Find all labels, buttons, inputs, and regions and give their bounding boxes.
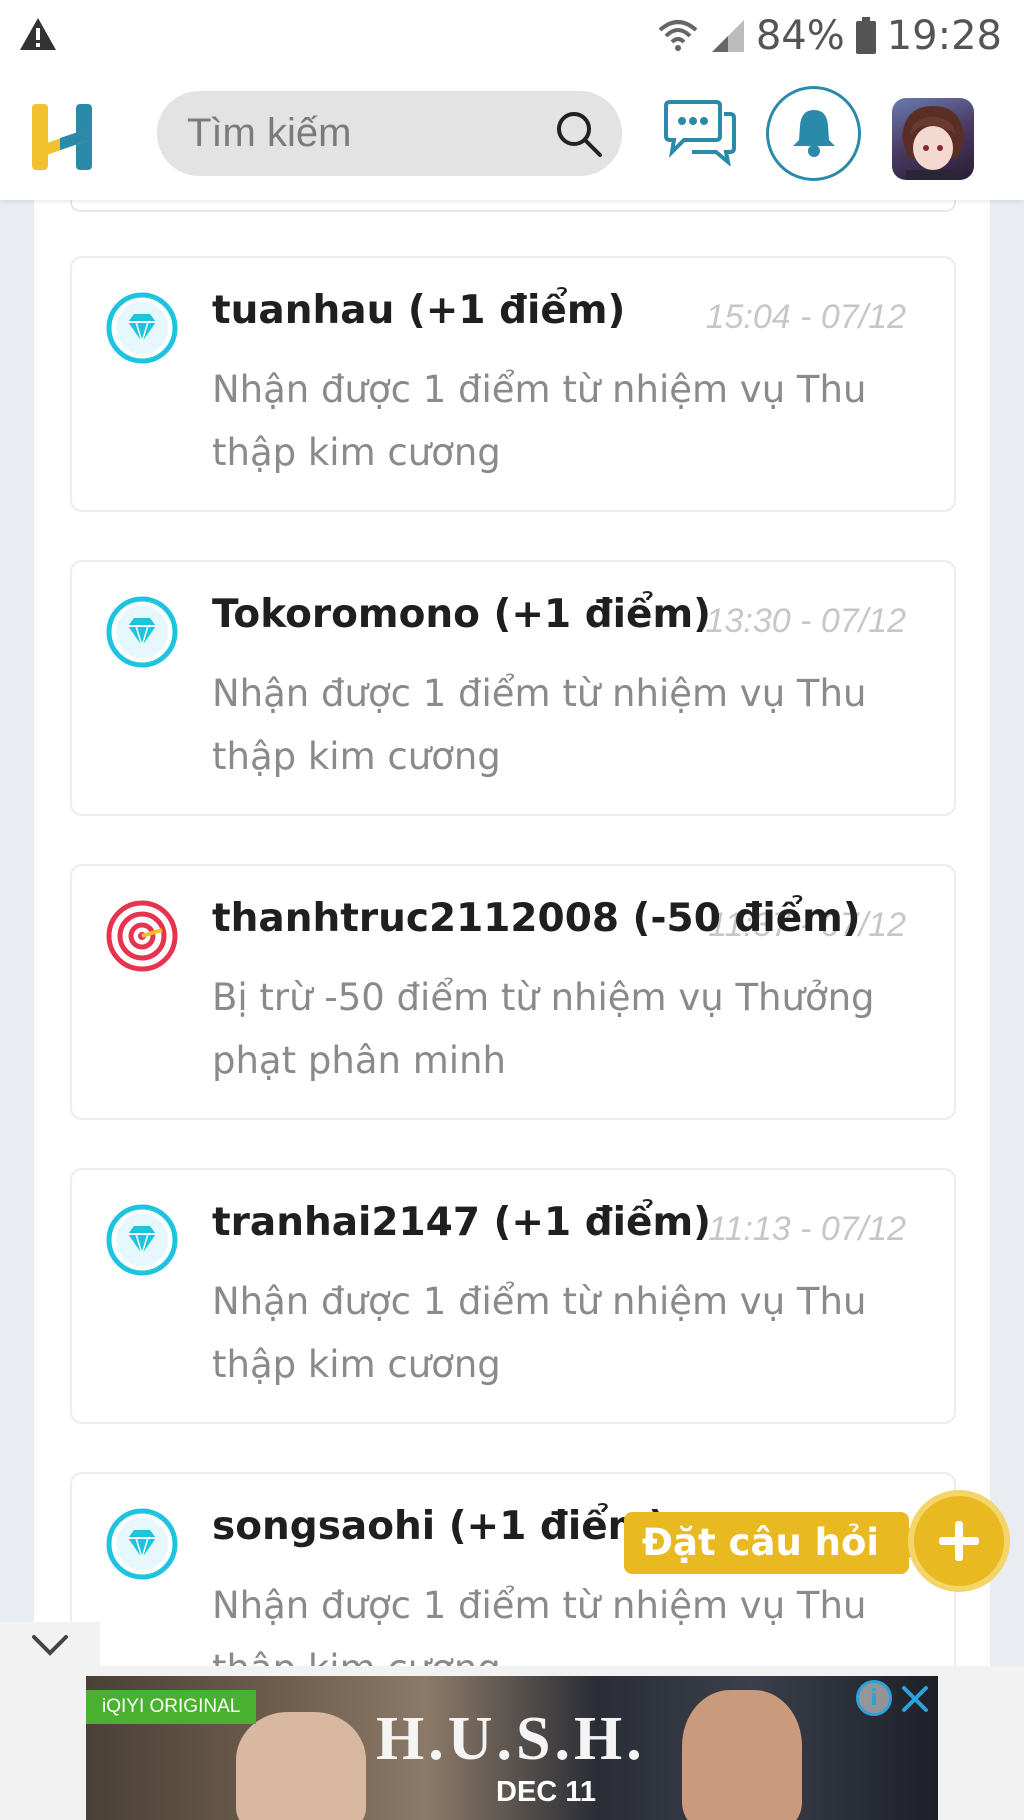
ad-banner[interactable]: iQIYI ORIGINAL H.U.S.H. DEC 11 i [86, 1676, 938, 1820]
diamond-icon [106, 596, 178, 668]
ad-person-image [682, 1690, 802, 1820]
avatar[interactable] [892, 98, 974, 180]
logo-icon[interactable] [30, 102, 98, 178]
notification-card[interactable]: tuanhau (+1 điểm) 15:04 - 07/12 Nhận đượ… [70, 256, 956, 512]
notification-message: Nhận được 1 điểm từ nhiệm vụ Thu thập ki… [212, 1280, 867, 1386]
notification-user[interactable]: thanhtruc2112008 (-50 điểm) [212, 896, 861, 941]
notification-user[interactable]: songsaohi (+1 điểm) [212, 1504, 666, 1549]
app-header: Tìm kiếm [0, 72, 1024, 200]
notification-time: 11:13 - 07/12 [708, 1210, 906, 1248]
notification-card[interactable]: 11:37 - 07/12 thanhtruc2112008 (-50 điểm… [70, 864, 956, 1120]
notification-message: Nhận được 1 điểm từ nhiệm vụ Thu thập ki… [212, 368, 867, 474]
notification-button[interactable] [766, 86, 861, 181]
notification-user[interactable]: tranhai2147 (+1 điểm) [212, 1200, 711, 1245]
notification-time: 13:30 - 07/12 [705, 602, 906, 640]
status-bar: 84% 19:28 [0, 0, 1024, 72]
collapse-ad-button[interactable] [0, 1622, 100, 1672]
battery-icon [855, 17, 877, 55]
search-input[interactable]: Tìm kiếm [157, 91, 622, 176]
warning-icon [18, 16, 58, 56]
clock: 19:28 [886, 13, 1002, 59]
signal-icon [710, 18, 746, 54]
close-icon[interactable] [896, 1680, 934, 1718]
ask-question-label[interactable]: Đặt câu hỏi [624, 1512, 928, 1574]
ad-title: H.U.S.H. [376, 1705, 646, 1773]
notification-card[interactable]: Tokoromono (+1 điểm) 13:30 - 07/12 Nhận … [70, 560, 956, 816]
notification-user[interactable]: Tokoromono (+1 điểm) [212, 592, 711, 637]
notification-message: Nhận được 1 điểm từ nhiệm vụ Thu thập ki… [212, 1584, 867, 1666]
plus-icon[interactable] [908, 1490, 1010, 1592]
ad-person-image [236, 1712, 366, 1820]
battery-percent: 84% [755, 13, 845, 59]
chat-icon[interactable] [662, 100, 738, 170]
diamond-icon [106, 1204, 178, 1276]
ad-date: DEC 11 [496, 1776, 596, 1808]
notification-user[interactable]: tuanhau (+1 điểm) [212, 288, 625, 333]
ad-area: iQIYI ORIGINAL H.U.S.H. DEC 11 i [0, 1666, 1024, 1820]
wifi-icon [656, 16, 700, 56]
diamond-icon [106, 292, 178, 364]
previous-card-edge [70, 200, 956, 212]
chevron-down-icon [30, 1633, 70, 1661]
notification-card[interactable]: tranhai2147 (+1 điểm) 11:13 - 07/12 Nhận… [70, 1168, 956, 1424]
target-icon [106, 900, 178, 972]
search-placeholder: Tìm kiếm [187, 111, 352, 155]
notification-message: Bị trừ -50 điểm từ nhiệm vụ Thưởng phạt … [212, 976, 875, 1082]
diamond-icon [106, 1508, 178, 1580]
notification-time: 15:04 - 07/12 [705, 298, 906, 336]
notification-message: Nhận được 1 điểm từ nhiệm vụ Thu thập ki… [212, 672, 867, 778]
bell-icon [791, 106, 837, 162]
search-icon[interactable] [554, 109, 604, 163]
ad-badge: iQIYI ORIGINAL [86, 1690, 257, 1724]
info-icon[interactable]: i [856, 1680, 892, 1716]
